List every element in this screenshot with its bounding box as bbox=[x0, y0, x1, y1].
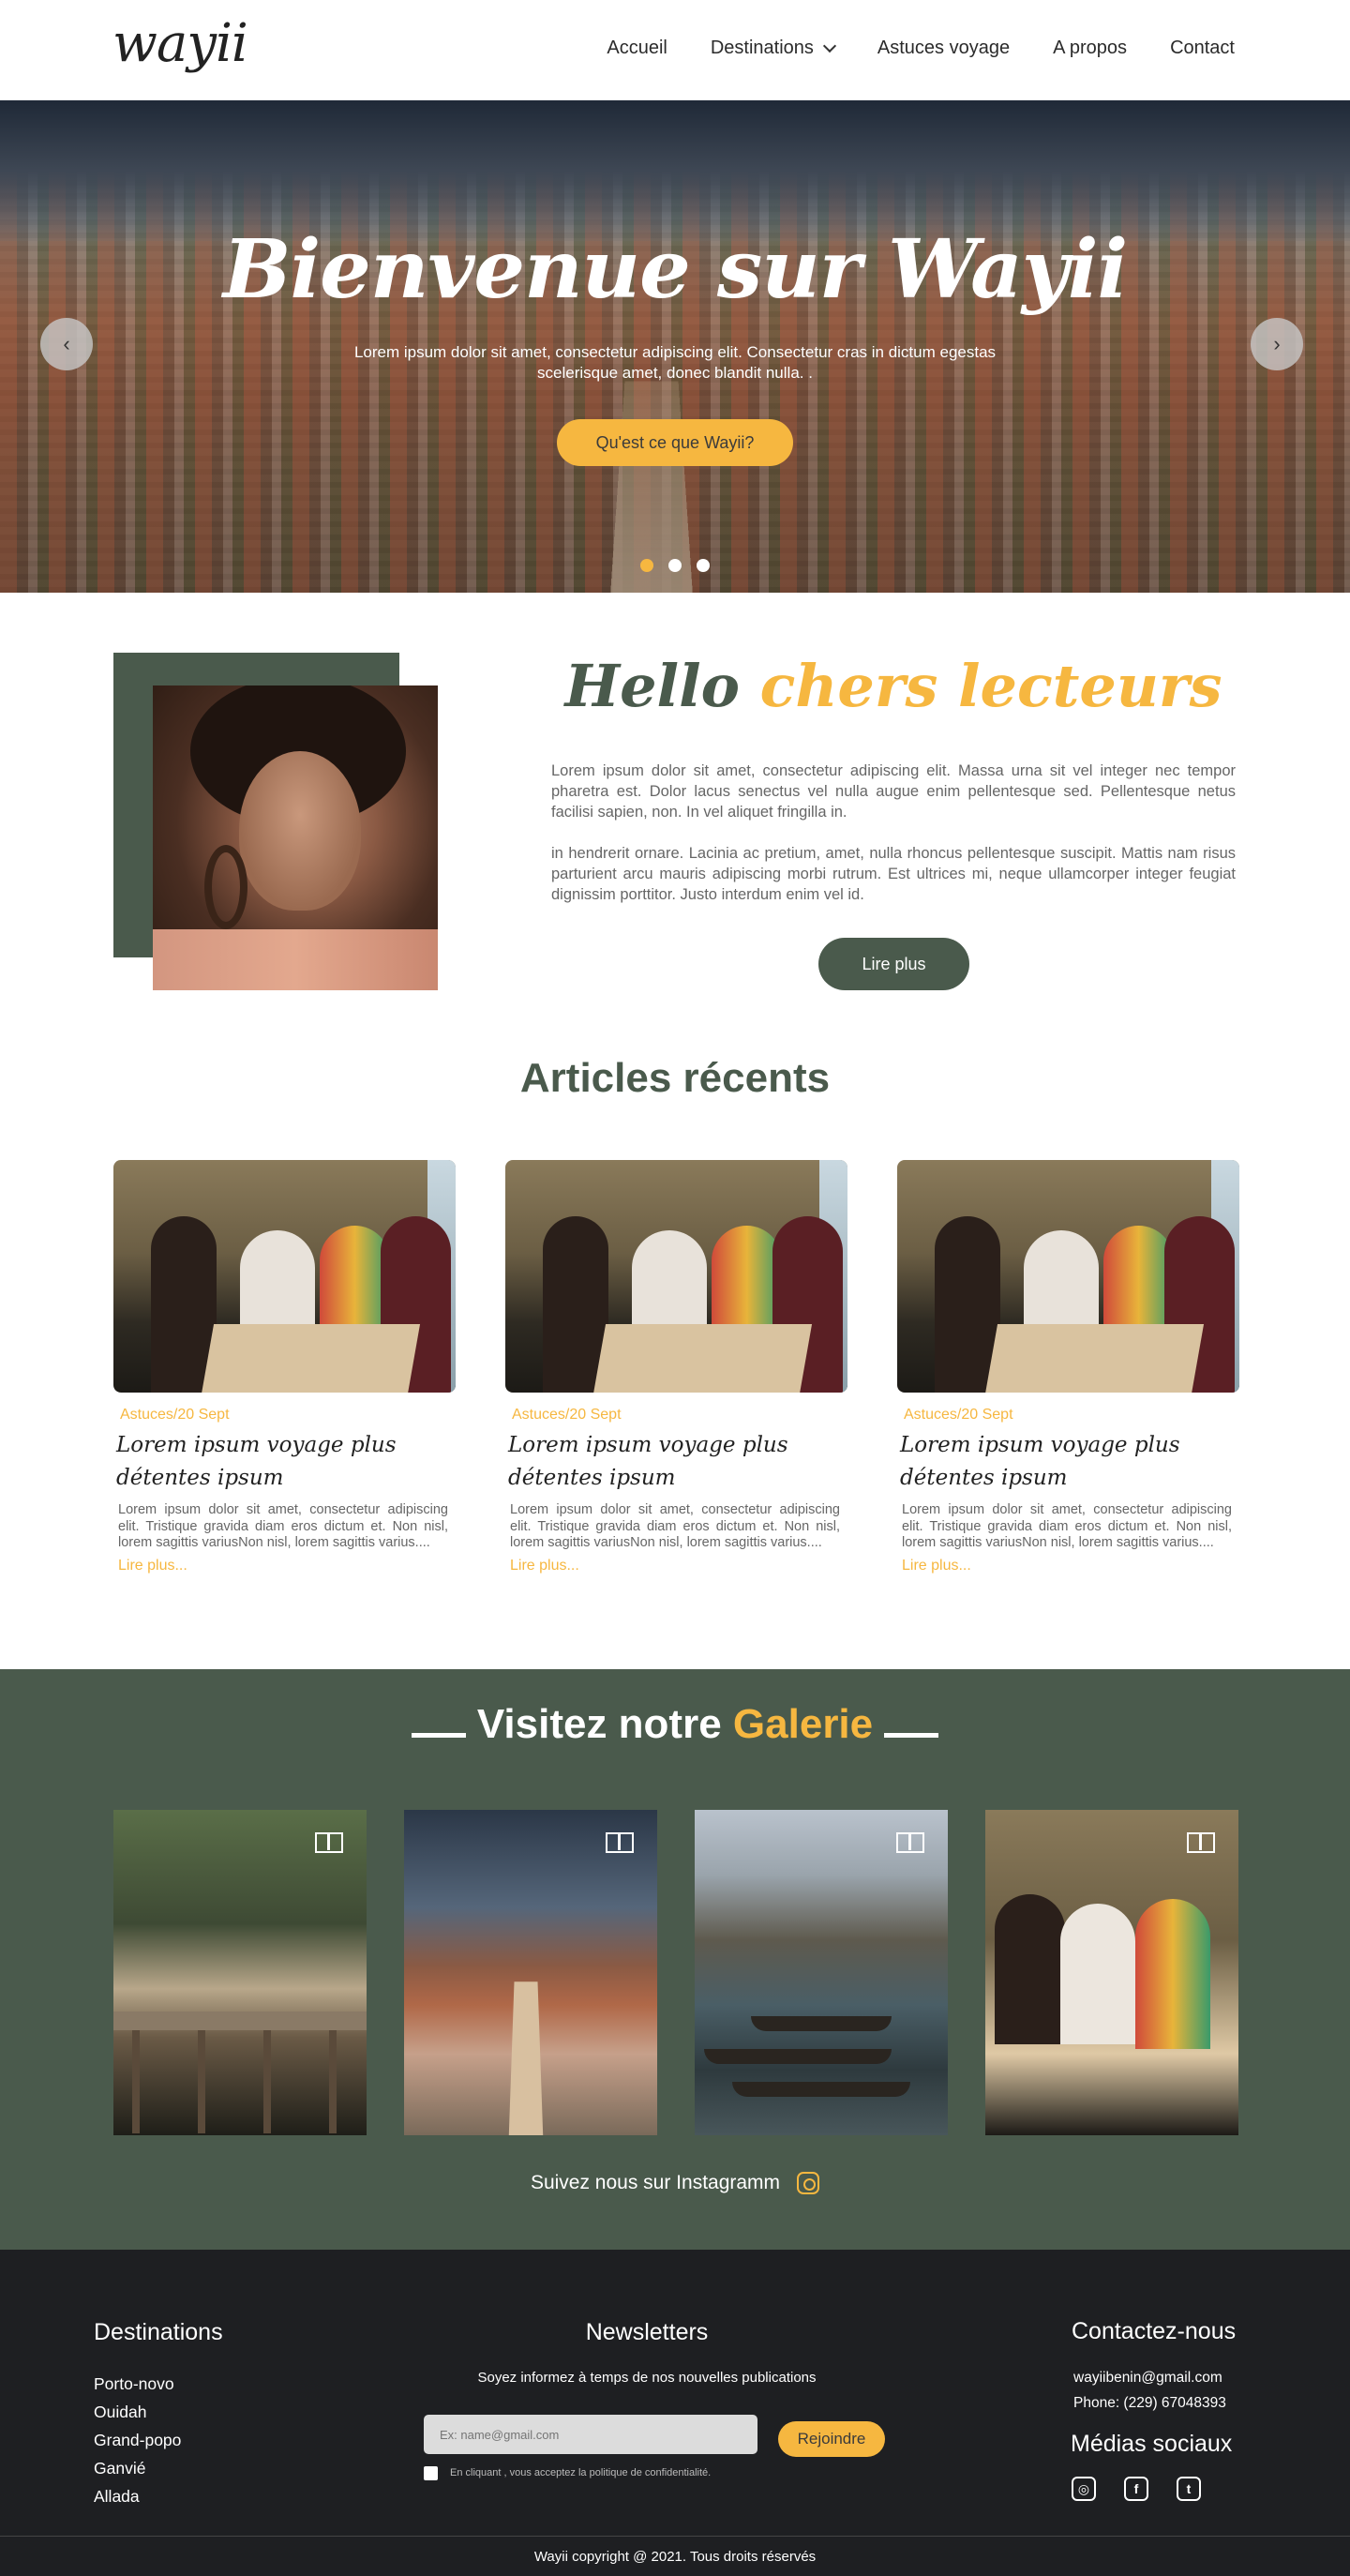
privacy-checkbox[interactable] bbox=[424, 2466, 438, 2480]
facebook-icon[interactable]: f bbox=[1124, 2477, 1148, 2501]
contact-phone: Phone: (229) 67048393 bbox=[1073, 2395, 1226, 2411]
social-icons: ◎ f t bbox=[1072, 2477, 1201, 2501]
gallery-title-a: Visitez notre bbox=[476, 1701, 722, 1747]
expand-icon[interactable] bbox=[896, 1832, 924, 1853]
read-more-button[interactable]: Lire plus bbox=[818, 938, 969, 990]
main-nav: Accueil Destinations Astuces voyage A pr… bbox=[607, 38, 1235, 59]
gallery-image-3[interactable] bbox=[695, 1810, 948, 2135]
article-card: Astuces/20 Sept Lorem ipsum voyage plus … bbox=[505, 1160, 848, 1574]
nav-apropos[interactable]: A propos bbox=[1053, 38, 1127, 59]
author-photo bbox=[153, 685, 438, 990]
article-title[interactable]: Lorem ipsum voyage plus détentes ipsum bbox=[505, 1429, 848, 1495]
gallery-section: Visitez notre Galerie bbox=[0, 1669, 1350, 2250]
carousel-dot-3[interactable] bbox=[697, 559, 710, 572]
gallery-title: Visitez notre Galerie bbox=[0, 1701, 1350, 1748]
contact-email[interactable]: wayiibenin@gmail.com bbox=[1073, 2370, 1235, 2387]
article-title[interactable]: Lorem ipsum voyage plus détentes ipsum bbox=[113, 1429, 456, 1495]
hello-paragraph-1: Lorem ipsum dolor sit amet, consectetur … bbox=[551, 762, 1236, 821]
instagram-icon[interactable]: ◎ bbox=[1072, 2477, 1096, 2501]
footer-link[interactable]: Ganvié bbox=[94, 2454, 181, 2482]
article-image[interactable] bbox=[897, 1160, 1239, 1393]
instagram-icon[interactable] bbox=[797, 2172, 820, 2194]
footer-link[interactable]: Allada bbox=[94, 2482, 181, 2510]
footer-link[interactable]: Ouidah bbox=[94, 2398, 181, 2426]
carousel-dot-2[interactable] bbox=[668, 559, 682, 572]
chevron-right-icon[interactable]: › bbox=[1251, 318, 1303, 370]
article-title[interactable]: Lorem ipsum voyage plus détentes ipsum bbox=[897, 1429, 1239, 1495]
footer-destinations-list: Porto-novo Ouidah Grand-popo Ganvié Alla… bbox=[94, 2370, 181, 2510]
gallery-image-2[interactable] bbox=[404, 1810, 657, 2135]
footer-destinations-title: Destinations bbox=[94, 2319, 223, 2345]
footer-link[interactable]: Grand-popo bbox=[94, 2426, 181, 2454]
article-excerpt: Lorem ipsum dolor sit amet, consectetur … bbox=[510, 1502, 840, 1550]
gallery-title-b: Galerie bbox=[732, 1701, 874, 1747]
newsletter-title: Newsletters bbox=[585, 2319, 709, 2345]
hello-paragraph-2: in hendrerit ornare. Lacinia ac pretium,… bbox=[551, 845, 1236, 903]
footer-link[interactable]: Porto-novo bbox=[94, 2370, 181, 2398]
hello-title-a: Hello bbox=[564, 652, 740, 720]
article-read-more-link[interactable]: Lire plus... bbox=[113, 1558, 456, 1574]
nav-accueil[interactable]: Accueil bbox=[607, 38, 667, 59]
carousel-dots bbox=[640, 559, 710, 572]
article-meta[interactable]: Astuces/20 Sept bbox=[505, 1407, 848, 1424]
nav-contact[interactable]: Contact bbox=[1170, 38, 1235, 59]
carousel-dot-1[interactable] bbox=[640, 559, 653, 572]
article-card: Astuces/20 Sept Lorem ipsum voyage plus … bbox=[897, 1160, 1239, 1574]
nav-destinations-label: Destinations bbox=[710, 38, 814, 58]
hero-cta-button[interactable]: Qu'est ce que Wayii? bbox=[557, 419, 793, 466]
article-read-more-link[interactable]: Lire plus... bbox=[505, 1558, 848, 1574]
article-meta[interactable]: Astuces/20 Sept bbox=[897, 1407, 1239, 1424]
newsletter-subtitle: Soyez informez à temps de nos nouvelles … bbox=[477, 2370, 817, 2386]
hello-title: Hello chers lecteurs bbox=[551, 652, 1236, 720]
expand-icon[interactable] bbox=[315, 1832, 343, 1853]
copyright: Wayii copyright @ 2021. Tous droits rése… bbox=[0, 2536, 1350, 2576]
articles-title: Articles récents bbox=[519, 1055, 831, 1101]
article-excerpt: Lorem ipsum dolor sit amet, consectetur … bbox=[902, 1502, 1232, 1550]
chevron-left-icon[interactable]: ‹ bbox=[40, 318, 93, 370]
article-read-more-link[interactable]: Lire plus... bbox=[897, 1558, 1239, 1574]
nav-astuces[interactable]: Astuces voyage bbox=[878, 38, 1010, 59]
twitter-icon[interactable]: t bbox=[1177, 2477, 1201, 2501]
hero-sky bbox=[0, 100, 1350, 241]
article-card: Astuces/20 Sept Lorem ipsum voyage plus … bbox=[113, 1160, 456, 1574]
hero-title: Bienvenue sur Wayii bbox=[222, 222, 1128, 317]
article-excerpt: Lorem ipsum dolor sit amet, consectetur … bbox=[118, 1502, 448, 1550]
instagram-follow[interactable]: Suivez nous sur Instagramm bbox=[0, 2172, 1350, 2194]
gallery-image-4[interactable] bbox=[985, 1810, 1238, 2135]
privacy-policy-text: En cliquant , vous acceptez la politique… bbox=[450, 2467, 712, 2478]
hero-text: Lorem ipsum dolor sit amet, consectetur … bbox=[353, 343, 997, 382]
article-meta[interactable]: Astuces/20 Sept bbox=[113, 1407, 456, 1424]
contact-title: Contactez-nous bbox=[1072, 2318, 1237, 2344]
article-image[interactable] bbox=[113, 1160, 456, 1393]
hero-carousel: Bienvenue sur Wayii Lorem ipsum dolor si… bbox=[0, 100, 1350, 593]
gallery-image-1[interactable] bbox=[113, 1810, 367, 2135]
site-header: wayii Accueil Destinations Astuces voyag… bbox=[0, 0, 1350, 100]
expand-icon[interactable] bbox=[1187, 1832, 1215, 1853]
instagram-follow-label: Suivez nous sur Instagramm bbox=[530, 2172, 781, 2193]
nav-destinations[interactable]: Destinations bbox=[710, 38, 836, 59]
hello-title-b: chers lecteurs bbox=[759, 652, 1222, 720]
newsletter-email-input[interactable] bbox=[424, 2415, 758, 2454]
expand-icon[interactable] bbox=[606, 1832, 634, 1853]
logo[interactable]: wayii bbox=[112, 13, 248, 74]
article-image[interactable] bbox=[505, 1160, 848, 1393]
newsletter-join-button[interactable]: Rejoindre bbox=[778, 2421, 885, 2457]
site-footer: Destinations Porto-novo Ouidah Grand-pop… bbox=[0, 2250, 1350, 2576]
chevron-down-icon bbox=[822, 38, 836, 53]
social-title: Médias sociaux bbox=[1071, 2431, 1233, 2457]
